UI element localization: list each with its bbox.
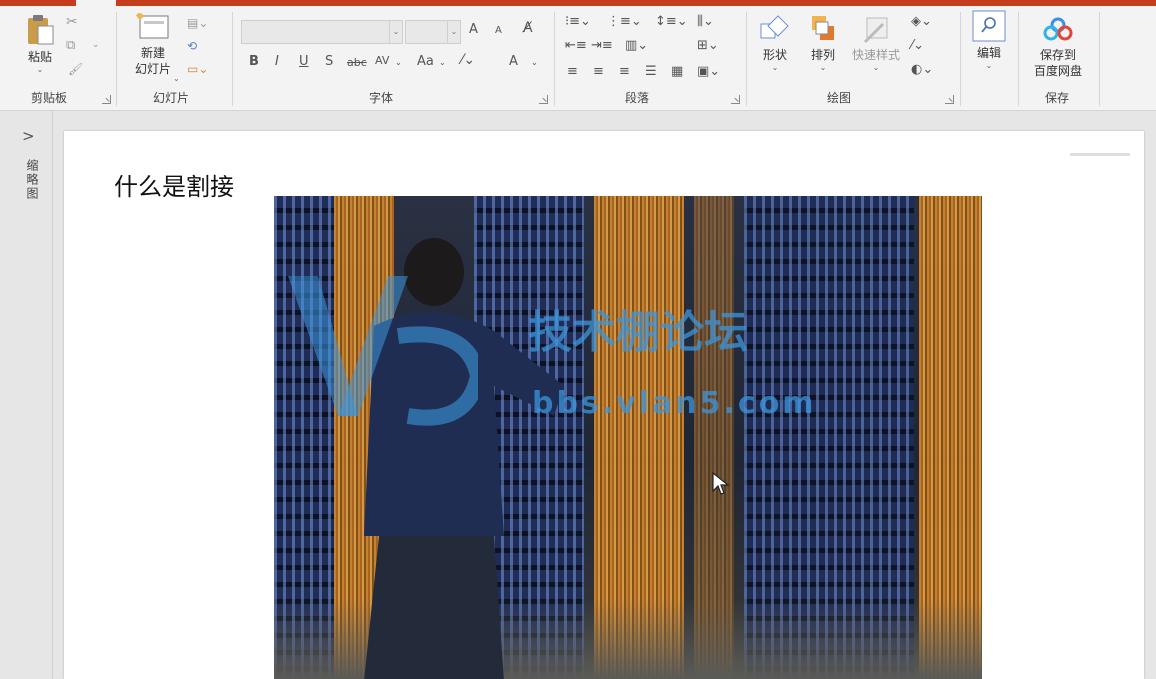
mouse-cursor-icon bbox=[712, 472, 730, 495]
align-right-icon[interactable]: ≡ bbox=[619, 64, 630, 79]
change-case-button[interactable]: Aa bbox=[417, 54, 434, 69]
save-to-baidu-button[interactable]: 保存到 百度网盘 bbox=[1025, 14, 1091, 79]
paragraph-launcher-icon[interactable] bbox=[731, 95, 740, 104]
align-text-icon[interactable]: ⊞⌄ bbox=[697, 38, 719, 53]
font-color-button[interactable]: A bbox=[509, 54, 518, 69]
save-to-label-2: 百度网盘 bbox=[1033, 64, 1082, 78]
copy-dropdown-icon[interactable]: ⌄ bbox=[92, 40, 108, 54]
char-spacing-button[interactable]: AV bbox=[375, 54, 389, 67]
editing-dropdown-icon[interactable]: ⌄ bbox=[969, 61, 1009, 71]
font-launcher-icon[interactable] bbox=[539, 95, 548, 104]
quick-styles-dropdown-icon[interactable]: ⌄ bbox=[847, 63, 905, 73]
paste-dropdown-icon[interactable]: ⌄ bbox=[18, 65, 62, 75]
shadow-button[interactable]: S bbox=[325, 54, 333, 69]
italic-button[interactable]: I bbox=[275, 54, 279, 69]
clipboard-launcher-icon[interactable] bbox=[102, 95, 111, 104]
editing-button[interactable]: 编辑 ⌄ bbox=[969, 10, 1009, 71]
drawing-launcher-icon[interactable] bbox=[945, 95, 954, 104]
new-slide-dropdown-icon[interactable]: ⌄ bbox=[173, 74, 180, 84]
font-group: ⌄ ⌄ A A A̸ B I U S abc AV ⌄ Aa ⌄ ⁄⌄ A ⌄ … bbox=[233, 6, 553, 110]
baidu-cloud-icon bbox=[1043, 17, 1073, 41]
change-case-dropdown-icon[interactable]: ⌄ bbox=[439, 58, 446, 67]
thumbnail-pane-label[interactable]: 缩略图 bbox=[24, 159, 41, 201]
divider bbox=[1099, 12, 1100, 106]
section-icon[interactable]: ▭⌄ bbox=[187, 62, 208, 76]
paragraph-group: ⁝≡⌄ ⋮≡⌄ ↕≡⌄ ⫼⌄ ⇤≡ ⇥≡ ▥⌄ ⊞⌄ ≡ ≡ ≡ ☰ ▦ ▣⌄ … bbox=[555, 6, 745, 110]
text-direction-icon[interactable]: ▥⌄ bbox=[625, 38, 648, 53]
shapes-button[interactable]: 形状 ⌄ bbox=[755, 14, 795, 73]
columns-icon[interactable]: ⫼⌄ bbox=[697, 14, 714, 29]
justify-icon[interactable]: ☰ bbox=[645, 64, 657, 79]
slides-group: 新建 幻灯片 ⌄ ▤⌄ ⟲ ▭⌄ 幻灯片 bbox=[117, 6, 231, 110]
arrange-icon bbox=[812, 16, 834, 40]
expand-pane-icon[interactable]: > bbox=[22, 127, 35, 145]
editing-group: 编辑 ⌄ bbox=[961, 6, 1017, 110]
slide-title[interactable]: 什么是割接 bbox=[114, 167, 234, 202]
new-slide-label-1: 新建 bbox=[140, 46, 165, 60]
shapes-label: 形状 bbox=[762, 48, 787, 62]
drawing-group-label: 绘图 bbox=[827, 91, 852, 105]
shapes-dropdown-icon[interactable]: ⌄ bbox=[755, 63, 795, 73]
font-name-dropdown[interactable]: ⌄ bbox=[241, 20, 403, 44]
smartart-icon[interactable]: ▣⌄ bbox=[697, 64, 720, 79]
strikethrough-button[interactable]: abc bbox=[347, 56, 367, 69]
copy-icon[interactable]: ⧉ bbox=[66, 38, 82, 53]
new-slide-icon bbox=[136, 13, 169, 39]
distribute-icon[interactable]: ▦ bbox=[671, 64, 683, 79]
save-group: 保存到 百度网盘 保存 bbox=[1019, 6, 1099, 110]
quick-styles-button[interactable]: 快速样式 ⌄ bbox=[847, 14, 905, 73]
increase-indent-icon[interactable]: ⇥≡ bbox=[591, 38, 613, 53]
paste-icon bbox=[28, 15, 54, 45]
font-color-dropdown-icon[interactable]: ⌄ bbox=[531, 58, 538, 67]
arrange-dropdown-icon[interactable]: ⌄ bbox=[803, 63, 843, 73]
bullets-icon[interactable]: ⁝≡⌄ bbox=[565, 14, 591, 29]
slide-canvas[interactable]: 什么是割接 技术棚论坛 bbs.vlan5.com bbox=[64, 131, 1144, 679]
shape-fill-icon[interactable]: ◈⌄ bbox=[911, 14, 932, 29]
font-name-dropdown-icon[interactable]: ⌄ bbox=[389, 21, 402, 43]
grow-font-icon[interactable]: A bbox=[469, 22, 478, 37]
slide-photo[interactable]: 技术棚论坛 bbs.vlan5.com bbox=[274, 196, 982, 679]
align-center-icon[interactable]: ≡ bbox=[593, 64, 604, 79]
shape-effects-icon[interactable]: ◐⌄ bbox=[911, 62, 933, 77]
highlight-icon[interactable]: ⁄⌄ bbox=[461, 52, 475, 68]
underline-button[interactable]: U bbox=[299, 54, 309, 69]
new-slide-button[interactable]: 新建 幻灯片 bbox=[123, 12, 183, 77]
clear-format-icon[interactable]: A̸ bbox=[523, 20, 533, 36]
decrease-indent-icon[interactable]: ⇤≡ bbox=[565, 38, 587, 53]
font-size-dropdown-icon[interactable]: ⌄ bbox=[447, 21, 460, 43]
font-size-dropdown[interactable]: ⌄ bbox=[405, 20, 461, 44]
save-to-label-1: 保存到 bbox=[1039, 48, 1076, 62]
quick-styles-icon bbox=[863, 17, 888, 44]
paste-label: 粘贴 bbox=[27, 50, 52, 64]
bold-button[interactable]: B bbox=[249, 54, 259, 69]
clipboard-group: 粘贴 ⌄ ✂ ⧉ ⌄ 🖌 剪贴板 bbox=[0, 6, 116, 110]
clipboard-group-label: 剪贴板 bbox=[31, 91, 68, 105]
font-group-label: 字体 bbox=[369, 91, 394, 105]
paragraph-group-label: 段落 bbox=[625, 91, 650, 105]
find-icon bbox=[972, 10, 1006, 42]
thumbnail-pane: > 缩略图 bbox=[0, 111, 53, 679]
save-group-label: 保存 bbox=[1045, 91, 1070, 105]
layout-icon[interactable]: ▤⌄ bbox=[187, 16, 208, 30]
align-left-icon[interactable]: ≡ bbox=[567, 64, 578, 79]
paste-button[interactable]: 粘贴 ⌄ bbox=[18, 12, 62, 75]
slides-group-label: 幻灯片 bbox=[153, 91, 190, 105]
editing-label: 编辑 bbox=[976, 46, 1001, 60]
quick-styles-label: 快速样式 bbox=[851, 48, 900, 62]
watermark-logo bbox=[288, 276, 478, 426]
arrange-label: 排列 bbox=[810, 48, 835, 62]
shape-outline-icon[interactable]: ⁄⌄ bbox=[911, 38, 924, 53]
ribbon: 粘贴 ⌄ ✂ ⧉ ⌄ 🖌 剪贴板 新建 幻灯片 ⌄ ▤⌄ ⟲ ▭⌄ 幻灯片 ⌄ bbox=[0, 6, 1156, 111]
slide-corner-mark bbox=[1070, 153, 1130, 156]
reset-icon[interactable]: ⟲ bbox=[187, 39, 203, 53]
format-painter-icon[interactable]: 🖌 bbox=[68, 62, 84, 76]
cut-icon[interactable]: ✂ bbox=[66, 14, 82, 30]
char-spacing-dropdown-icon[interactable]: ⌄ bbox=[395, 58, 402, 67]
drawing-group: 形状 ⌄ 排列 ⌄ 快速样式 ⌄ ◈⌄ ⁄⌄ ◐⌄ 绘图 bbox=[747, 6, 959, 110]
numbering-icon[interactable]: ⋮≡⌄ bbox=[607, 14, 642, 29]
shrink-font-icon[interactable]: A bbox=[495, 25, 502, 36]
line-spacing-icon[interactable]: ↕≡⌄ bbox=[655, 14, 688, 29]
arrange-button[interactable]: 排列 ⌄ bbox=[803, 14, 843, 73]
shapes-icon bbox=[760, 15, 789, 39]
